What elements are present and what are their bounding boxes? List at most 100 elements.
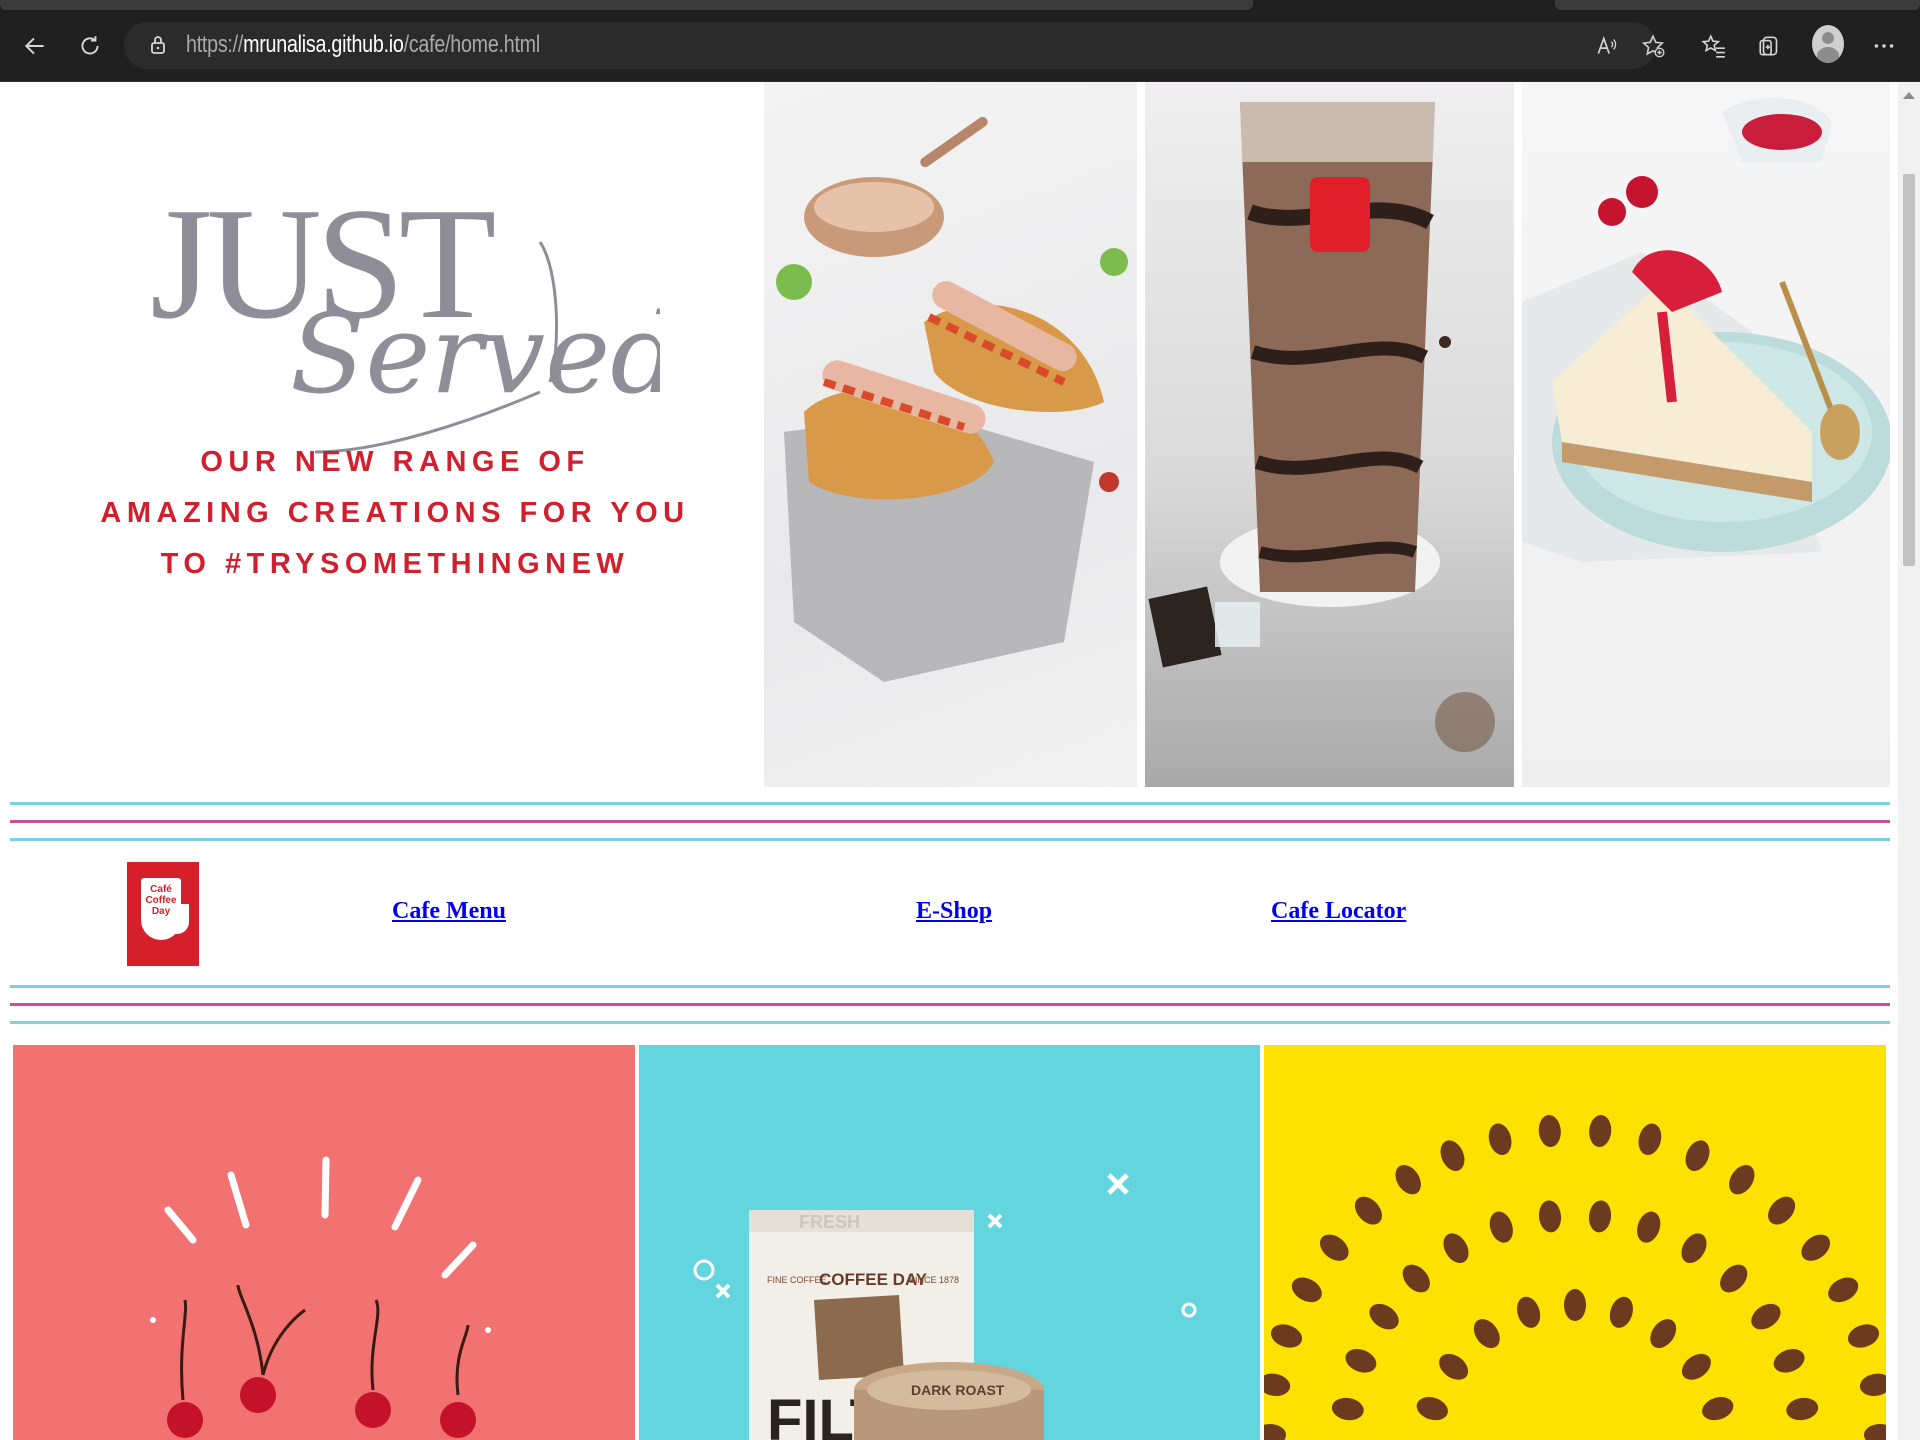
coffee-bean	[1331, 1397, 1364, 1421]
coffee-bean	[1773, 1349, 1805, 1373]
coffee-bean	[1768, 1196, 1796, 1225]
coffee-bean	[1416, 1397, 1448, 1421]
coffee-bean	[1720, 1264, 1748, 1293]
scrollbar-thumb[interactable]	[1903, 174, 1915, 566]
coffee-beans-illustration	[1264, 1115, 1886, 1440]
logo-line-2: Coffee	[145, 895, 177, 906]
served-word: Served	[290, 290, 660, 418]
coffee-bean	[1319, 1234, 1349, 1261]
coffee-bean	[1564, 1289, 1586, 1321]
nav-cafe-menu-link[interactable]: Cafe Menu	[392, 898, 506, 925]
browser-toolbar: https://mrunalisa.github.io/cafe/home.ht…	[0, 10, 1920, 82]
profile-avatar[interactable]	[1812, 25, 1844, 63]
coffee-bean	[1489, 1211, 1513, 1243]
hero-banner-text: JUST Served OUR NEW RANGE OF AMAZING CRE…	[0, 82, 760, 787]
coffee-bean	[1681, 1353, 1711, 1380]
scroll-up-arrow-icon[interactable]	[1903, 92, 1915, 99]
coffee-bean	[1685, 1140, 1710, 1172]
favorites-icon	[1701, 34, 1725, 58]
coffee-bean	[1864, 1424, 1886, 1440]
back-button[interactable]	[17, 28, 53, 64]
filter-coffee-tile[interactable]: FRESH FINE COFFEE COFFEE DAY SINCE 1878 …	[639, 1045, 1260, 1440]
coffee-beans-tile[interactable]	[1264, 1045, 1886, 1440]
coffee-bean	[1538, 1115, 1561, 1147]
url-prefix: https://	[186, 31, 244, 58]
cheesecake-photo	[1522, 82, 1890, 787]
coffee-bean	[1637, 1211, 1661, 1243]
nav-eshop-link[interactable]: E-Shop	[916, 898, 992, 925]
cherry-cupcakes-tile[interactable]	[13, 1045, 635, 1440]
tagline-line-2: AMAZING CREATIONS FOR YOU	[100, 497, 690, 529]
logo-line-3: Day	[151, 906, 171, 917]
tin-label: DARK ROAST	[911, 1382, 1005, 1398]
coffee-bean	[1681, 1233, 1707, 1264]
page-scrollbar[interactable]	[1898, 82, 1920, 1440]
logo-line-1: Café	[150, 884, 172, 895]
add-favorite-icon[interactable]	[1640, 33, 1666, 59]
coffee-bean	[1786, 1397, 1819, 1421]
tab-strip	[0, 0, 1920, 10]
coffee-bean	[1828, 1277, 1859, 1303]
coffee-bean	[1395, 1165, 1421, 1195]
coffee-box-left-label: FINE COFFEE	[767, 1275, 827, 1285]
read-aloud-icon[interactable]	[1594, 33, 1620, 59]
more-button[interactable]	[1866, 28, 1902, 64]
coffee-bean	[1443, 1233, 1469, 1264]
nav-cafe-locator-link[interactable]: Cafe Locator	[1271, 898, 1406, 925]
lock-icon[interactable]	[146, 33, 170, 57]
coffee-bean	[1354, 1196, 1382, 1225]
url-path: /cafe/home.html	[403, 31, 541, 58]
ccd-logo[interactable]: Café Coffee Day	[127, 862, 199, 966]
favorites-button[interactable]	[1696, 28, 1732, 64]
collections-button[interactable]	[1752, 28, 1788, 64]
coffee-bean	[1847, 1324, 1880, 1348]
coffee-bean	[1588, 1200, 1612, 1233]
coffee-bean	[1264, 1373, 1291, 1396]
coffee-bean	[1291, 1277, 1322, 1303]
coffee-bean	[1538, 1200, 1562, 1233]
refresh-icon	[81, 36, 99, 55]
coffee-bean	[1702, 1397, 1734, 1421]
logo-text: Café Coffee Day	[143, 884, 179, 917]
coffee-bean	[1638, 1123, 1662, 1156]
active-tab[interactable]	[0, 0, 1253, 10]
coffee-bean	[1402, 1264, 1430, 1293]
iced-mocha-illustration	[1148, 102, 1495, 752]
croissant-hotdog-illustration	[776, 116, 1128, 682]
iced-mocha-photo	[1145, 82, 1514, 787]
collections-icon	[1759, 36, 1778, 56]
coffee-bean	[1609, 1296, 1633, 1328]
url-host: mrunalisa.github.io	[243, 31, 404, 58]
bottom-divider	[10, 985, 1890, 1024]
coffee-bean	[1345, 1349, 1377, 1373]
address-bar[interactable]: https://mrunalisa.github.io/cafe/home.ht…	[124, 22, 1665, 69]
coffee-bean	[1751, 1303, 1781, 1330]
cherries-illustration	[150, 1156, 491, 1438]
top-divider	[10, 802, 1890, 841]
page-content: JUST Served OUR NEW RANGE OF AMAZING CRE…	[0, 82, 1898, 1440]
refresh-button[interactable]	[72, 28, 108, 64]
cheesecake-illustration	[1522, 98, 1890, 562]
coffee-bean	[1369, 1303, 1399, 1330]
hero-tagline: OUR NEW RANGE OF AMAZING CREATIONS FOR Y…	[60, 437, 730, 590]
coffee-bean	[1439, 1353, 1469, 1380]
coffee-pack-illustration: FRESH FINE COFFEE COFFEE DAY SINCE 1878 …	[693, 1173, 1197, 1440]
coffee-bean	[1264, 1424, 1286, 1440]
coffee-bean	[1440, 1140, 1465, 1172]
coffee-bean	[1650, 1319, 1677, 1349]
coffee-bean	[1517, 1296, 1541, 1328]
tagline-line-1: OUR NEW RANGE OF	[200, 446, 590, 478]
url-text: https://mrunalisa.github.io/cafe/home.ht…	[186, 31, 540, 59]
coffee-bean	[1859, 1373, 1886, 1396]
more-dots-icon	[1874, 44, 1894, 48]
coffee-bean	[1473, 1319, 1500, 1349]
coffee-bean	[1589, 1115, 1612, 1147]
coffee-box-right-label: SINCE 1878	[909, 1275, 959, 1285]
coffee-bean	[1801, 1234, 1831, 1261]
just-served-lettering: JUST Served	[150, 174, 660, 454]
coffee-bean	[1270, 1324, 1303, 1348]
background-tab[interactable]	[1555, 0, 1920, 10]
coffee-bean	[1729, 1165, 1755, 1195]
coffee-bean	[1488, 1123, 1512, 1156]
croissant-hotdog-photo	[764, 82, 1137, 787]
